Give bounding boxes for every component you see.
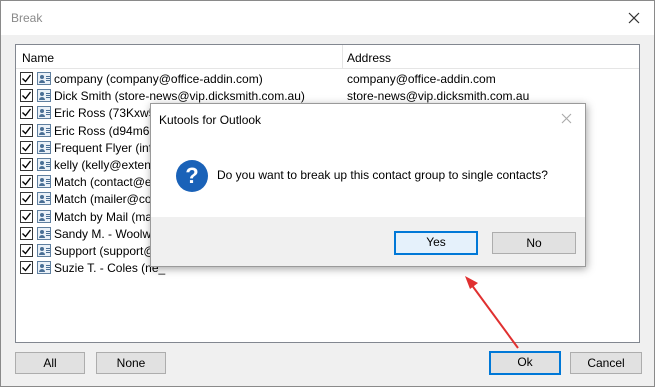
- contact-card-icon: [37, 209, 51, 223]
- ok-button[interactable]: Ok: [489, 351, 561, 375]
- contact-card-icon: [37, 226, 51, 240]
- no-button[interactable]: No: [492, 232, 576, 254]
- checkbox[interactable]: [20, 209, 33, 223]
- dialog-close-icon[interactable]: [557, 110, 577, 128]
- close-icon[interactable]: [622, 7, 646, 29]
- all-button[interactable]: All: [15, 352, 85, 374]
- title-bar: Break: [1, 1, 654, 35]
- contact-card-icon: [37, 89, 51, 103]
- contact-name: Sandy M. - Woolw. (l: [54, 226, 164, 241]
- checkbox[interactable]: [20, 89, 33, 103]
- checkbox[interactable]: [20, 123, 33, 137]
- contact-card-icon: [37, 244, 51, 257]
- checkbox[interactable]: [20, 106, 33, 120]
- contact-address: store-news@vip.dicksmith.com.au: [347, 89, 530, 104]
- confirm-dialog: Kutools for Outlook ? Do you want to bre…: [150, 103, 586, 267]
- yes-button[interactable]: Yes: [394, 231, 478, 255]
- checkbox[interactable]: [20, 261, 33, 275]
- list-header: Name Address: [16, 45, 639, 69]
- contact-name: Eric Ross (d94m6l55: [54, 123, 166, 138]
- contact-card-icon: [37, 140, 51, 154]
- contact-name: Frequent Flyer (info: [54, 140, 159, 155]
- contact-card-icon: [37, 158, 51, 171]
- checkbox[interactable]: [20, 175, 33, 189]
- contact-card-icon: [37, 106, 51, 120]
- list-item[interactable]: company (company@office-addin.com) compan…: [16, 70, 639, 87]
- checkbox[interactable]: [20, 192, 33, 206]
- dialog-message: Do you want to break up this contact gro…: [217, 168, 548, 182]
- contact-card-icon: [37, 192, 51, 206]
- contact-name: Suzie T. - Coles (ne_: [54, 261, 166, 276]
- dialog-footer: Yes No: [151, 217, 585, 266]
- dialog-title: Kutools for Outlook: [159, 113, 262, 127]
- contact-name: Match (mailer@conn: [54, 192, 165, 207]
- contact-name: company (company@office-addin.com): [54, 72, 263, 86]
- contact-card-icon: [37, 123, 51, 137]
- contact-address: company@office-addin.com: [347, 72, 496, 86]
- list-item[interactable]: Dick Smith (store-news@vip.dicksmith.com…: [16, 87, 639, 104]
- column-header-name[interactable]: Name: [22, 51, 54, 65]
- none-button[interactable]: None: [96, 352, 166, 374]
- contact-card-icon: [37, 261, 51, 275]
- contact-name: kelly (kelly@extendo: [54, 158, 165, 172]
- cancel-button[interactable]: Cancel: [570, 352, 642, 374]
- contact-card-icon: [37, 72, 51, 85]
- checkbox[interactable]: [20, 140, 33, 154]
- checkbox[interactable]: [20, 226, 33, 240]
- contact-card-icon: [37, 175, 51, 189]
- column-divider[interactable]: [342, 45, 343, 69]
- question-icon: ?: [176, 160, 208, 192]
- window-title: Break: [11, 11, 43, 25]
- contact-name: Support (support@e: [54, 244, 163, 258]
- checkbox[interactable]: [20, 244, 33, 257]
- checkbox[interactable]: [20, 72, 33, 85]
- column-header-address[interactable]: Address: [347, 51, 391, 65]
- contact-name: Match (contact@e.m: [54, 175, 165, 190]
- checkbox[interactable]: [20, 158, 33, 171]
- contact-name: Dick Smith (store-news@vip.dicksmith.com…: [54, 89, 305, 104]
